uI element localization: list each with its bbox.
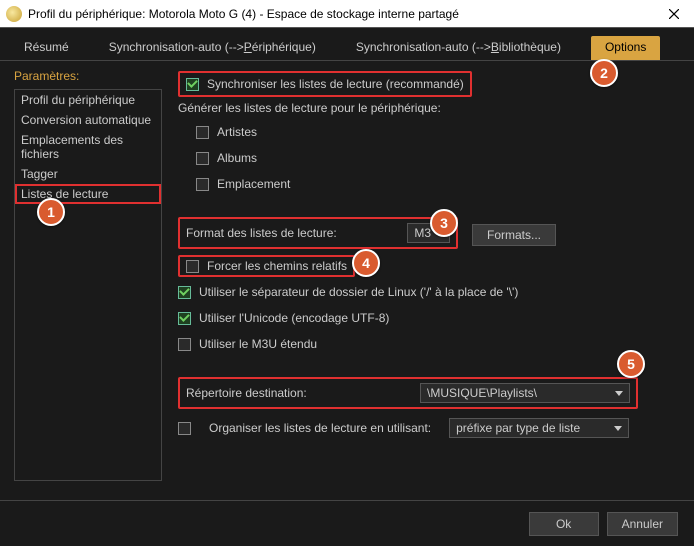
cancel-button[interactable]: Annuler [607,512,678,536]
close-button[interactable] [654,0,694,28]
app-icon [6,6,22,22]
titlebar: Profil du périphérique: Motorola Moto G … [0,0,694,28]
checkbox-organize[interactable] [178,422,191,435]
checkbox-location[interactable] [196,178,209,191]
label-artists: Artistes [217,125,257,139]
formats-button[interactable]: Formats... [472,224,556,246]
tab-sync-library[interactable]: Synchronisation-auto (-->Bibliothèque) [346,36,571,60]
select-organize[interactable]: préfixe par type de liste [449,418,629,438]
label-organize: Organiser les listes de lecture en utili… [209,421,431,435]
sidebar-item-locations[interactable]: Emplacements des fichiers [15,130,161,164]
callout-3: 3 [430,209,458,237]
label-location: Emplacement [217,177,290,191]
checkbox-sync-playlists[interactable] [186,78,199,91]
label-format: Format des listes de lecture: [186,226,337,240]
label-sync-playlists: Synchroniser les listes de lecture (reco… [207,77,464,91]
callout-1: 1 [37,198,65,226]
tab-sync-device[interactable]: Synchronisation-auto (-->Périphérique) [99,36,326,60]
label-generate: Générer les listes de lecture pour le pé… [178,101,676,115]
sidebar-item-playlists[interactable]: Listes de lecture [15,184,161,204]
callout-5: 5 [617,350,645,378]
sidebar-item-tagger[interactable]: Tagger [15,164,161,184]
label-extended-m3u: Utiliser le M3U étendu [199,337,317,351]
sidebar-item-conversion[interactable]: Conversion automatique [15,110,161,130]
input-destination[interactable]: \MUSIQUE\Playlists\ [420,383,630,403]
checkbox-linux-sep[interactable] [178,286,191,299]
sidebar: Paramètres: Profil du périphérique Conve… [14,67,162,497]
footer: Ok Annuler [0,500,694,546]
checkbox-unicode[interactable] [178,312,191,325]
tab-options[interactable]: Options [591,36,660,60]
callout-2: 2 [590,59,618,87]
tab-resume[interactable]: Résumé [14,36,79,60]
main-panel: Synchroniser les listes de lecture (reco… [170,67,680,497]
label-linux-sep: Utiliser le séparateur de dossier de Lin… [199,285,518,299]
checkbox-force-relative[interactable] [186,260,199,273]
label-force-relative: Forcer les chemins relatifs [207,259,347,273]
highlight-format: Format des listes de lecture: M3 [178,217,458,249]
sidebar-item-profile[interactable]: Profil du périphérique [15,90,161,110]
checkbox-artists[interactable] [196,126,209,139]
label-albums: Albums [217,151,257,165]
ok-button[interactable]: Ok [529,512,599,536]
label-destination: Répertoire destination: [186,386,307,400]
label-unicode: Utiliser l'Unicode (encodage UTF-8) [199,311,389,325]
tab-bar: Résumé Synchronisation-auto (-->Périphér… [0,28,694,61]
checkbox-extended-m3u[interactable] [178,338,191,351]
callout-4: 4 [352,249,380,277]
sidebar-list: Profil du périphérique Conversion automa… [14,89,162,481]
close-icon [669,9,679,19]
highlight-sync-playlists: Synchroniser les listes de lecture (reco… [178,71,472,97]
window-title: Profil du périphérique: Motorola Moto G … [28,7,654,21]
highlight-force-relative: Forcer les chemins relatifs [178,255,355,277]
checkbox-albums[interactable] [196,152,209,165]
highlight-destination: Répertoire destination: \MUSIQUE\Playlis… [178,377,638,409]
sidebar-heading: Paramètres: [14,67,162,85]
